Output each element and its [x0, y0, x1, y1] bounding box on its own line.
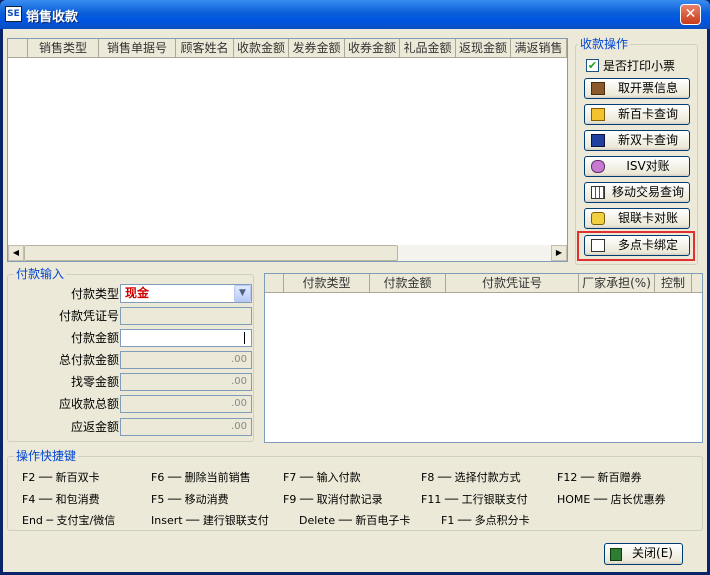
chevron-down-icon[interactable]: ▼	[234, 285, 251, 302]
column-header[interactable]: 控制	[655, 274, 692, 292]
shortcut-item: F5 ── 移动消费	[151, 493, 229, 506]
exit-icon	[610, 548, 622, 561]
header-spacer	[265, 274, 284, 292]
payment-type-select[interactable]: 现金 ▼	[120, 284, 252, 303]
shortcut-item: HOME ── 店长优惠券	[557, 493, 666, 506]
shortcut-item: F2 ── 新百双卡	[22, 471, 100, 484]
total-paid-label: 总付款金额	[58, 353, 119, 367]
get-invoice-info-button[interactable]: 取开票信息	[584, 78, 690, 99]
shortcut-item: F1 ── 多点积分卡	[441, 514, 530, 527]
plug-icon	[591, 212, 605, 225]
title-bar[interactable]: SE 销售收款 ✕	[0, 0, 710, 29]
shortcut-item: F8 ── 选择付款方式	[421, 471, 521, 484]
window: SE 销售收款 ✕ 销售类型 销售单据号 顾客姓名 收款金额 发券金额 收券金额…	[0, 0, 710, 575]
shortcut-item: F6 ── 删除当前销售	[151, 471, 251, 484]
header-spacer	[8, 39, 28, 57]
change-field: .00	[120, 373, 252, 391]
close-window-button[interactable]: ✕	[680, 4, 701, 25]
shortcut-item: F9 ── 取消付款记录	[283, 493, 383, 506]
duodian-card-bind-button[interactable]: 多点卡绑定	[584, 235, 690, 256]
app-icon: SE	[5, 6, 22, 22]
column-header[interactable]: 发券金额	[289, 39, 345, 57]
voucher-number-label: 付款凭证号	[58, 309, 119, 323]
people-icon	[591, 160, 605, 173]
column-header[interactable]: 满返销售	[511, 39, 567, 57]
shortcuts-title: 操作快捷键	[14, 449, 79, 463]
shortcuts-group: 操作快捷键 F2 ── 新百双卡 F6 ── 删除当前销售 F7 ── 输入付款…	[7, 449, 703, 531]
column-header[interactable]: 收款金额	[234, 39, 289, 57]
xinshuang-card-query-button[interactable]: 新双卡查询	[584, 130, 690, 151]
column-header[interactable]: 付款类型	[284, 274, 370, 292]
calculator-grid-icon	[591, 186, 605, 199]
scroll-left-icon[interactable]: ◀	[8, 245, 24, 261]
payment-input-title: 付款输入	[14, 267, 67, 281]
checkbox-box[interactable]: ✔	[586, 59, 599, 72]
shortcut-item: F7 ── 输入付款	[283, 471, 361, 484]
close-icon: ✕	[684, 6, 697, 22]
close-button[interactable]: 关闭(E)	[604, 543, 683, 565]
column-header[interactable]: 付款金额	[370, 274, 446, 292]
payment-table[interactable]: 付款类型 付款金额 付款凭证号 厂家承担(%) 控制	[264, 273, 703, 443]
text-cursor	[244, 332, 245, 344]
shortcut-item: Insert ── 建行银联支付	[151, 514, 269, 527]
card-reader-icon	[591, 134, 605, 147]
sales-table[interactable]: 销售类型 销售单据号 顾客姓名 收款金额 发券金额 收券金额 礼品金额 返现金额…	[7, 38, 568, 262]
copy-windows-icon	[591, 108, 605, 121]
shortcut-item: F11 ── 工行银联支付	[421, 493, 528, 506]
column-header[interactable]: 收券金额	[345, 39, 400, 57]
shortcut-item: F4 ── 和包消费	[22, 493, 100, 506]
shortcut-item: Delete ── 新百电子卡	[299, 514, 411, 527]
window-title: 销售收款	[26, 10, 79, 25]
print-receipt-checkbox[interactable]: ✔ 是否打印小票	[586, 58, 696, 74]
payment-amount-label: 付款金额	[70, 331, 119, 345]
total-paid-field: .00	[120, 351, 252, 369]
payment-type-label: 付款类型	[70, 287, 119, 301]
shortcut-item: End ─ 支付宝/微信	[22, 514, 116, 527]
column-header[interactable]: 礼品金额	[400, 39, 456, 57]
column-header[interactable]: 顾客姓名	[176, 39, 234, 57]
scroll-right-icon[interactable]: ▶	[551, 245, 567, 261]
payment-input-group: 付款输入 付款类型 现金 ▼ 付款凭证号 付款金额 总付款金额 .00 找零金额…	[7, 267, 254, 442]
shortcut-item: F12 ── 新百赠券	[557, 471, 642, 484]
column-header[interactable]: 付款凭证号	[446, 274, 579, 292]
column-header[interactable]: 销售类型	[28, 39, 99, 57]
change-label: 找零金额	[70, 375, 119, 389]
unionpay-reconcile-button[interactable]: 银联卡对账	[584, 208, 690, 229]
column-header[interactable]: 厂家承担(%)	[579, 274, 655, 292]
horizontal-scrollbar[interactable]: ◀ ▶	[8, 245, 567, 261]
xinbai-card-query-button[interactable]: 新百卡查询	[584, 104, 690, 125]
card-bind-icon	[591, 239, 605, 252]
sales-ops-title: 收款操作	[578, 37, 631, 51]
column-header[interactable]: 返现金额	[456, 39, 511, 57]
mobile-trade-query-button[interactable]: 移动交易查询	[584, 182, 690, 203]
payment-amount-field[interactable]	[120, 329, 252, 347]
sales-ops-group: 收款操作 ✔ 是否打印小票 取开票信息 新百卡查询 新双卡查询 ISV对账 移动…	[575, 37, 698, 265]
sales-table-header: 销售类型 销售单据号 顾客姓名 收款金额 发券金额 收券金额 礼品金额 返现金额…	[8, 39, 567, 58]
column-header[interactable]: 销售单据号	[99, 39, 176, 57]
door-exit-icon	[591, 82, 605, 95]
voucher-number-field	[120, 307, 252, 325]
payment-type-value: 现金	[125, 286, 150, 300]
refund-label: 应返金额	[70, 420, 119, 434]
refund-field: .00	[120, 418, 252, 436]
isv-reconcile-button[interactable]: ISV对账	[584, 156, 690, 177]
receivable-label: 应收款总额	[58, 397, 119, 411]
print-receipt-label: 是否打印小票	[603, 59, 676, 73]
receivable-field: .00	[120, 395, 252, 413]
scrollbar-thumb[interactable]	[24, 245, 398, 261]
client-area: 销售类型 销售单据号 顾客姓名 收款金额 发券金额 收券金额 礼品金额 返现金额…	[3, 29, 707, 572]
payment-table-header: 付款类型 付款金额 付款凭证号 厂家承担(%) 控制	[265, 274, 702, 293]
